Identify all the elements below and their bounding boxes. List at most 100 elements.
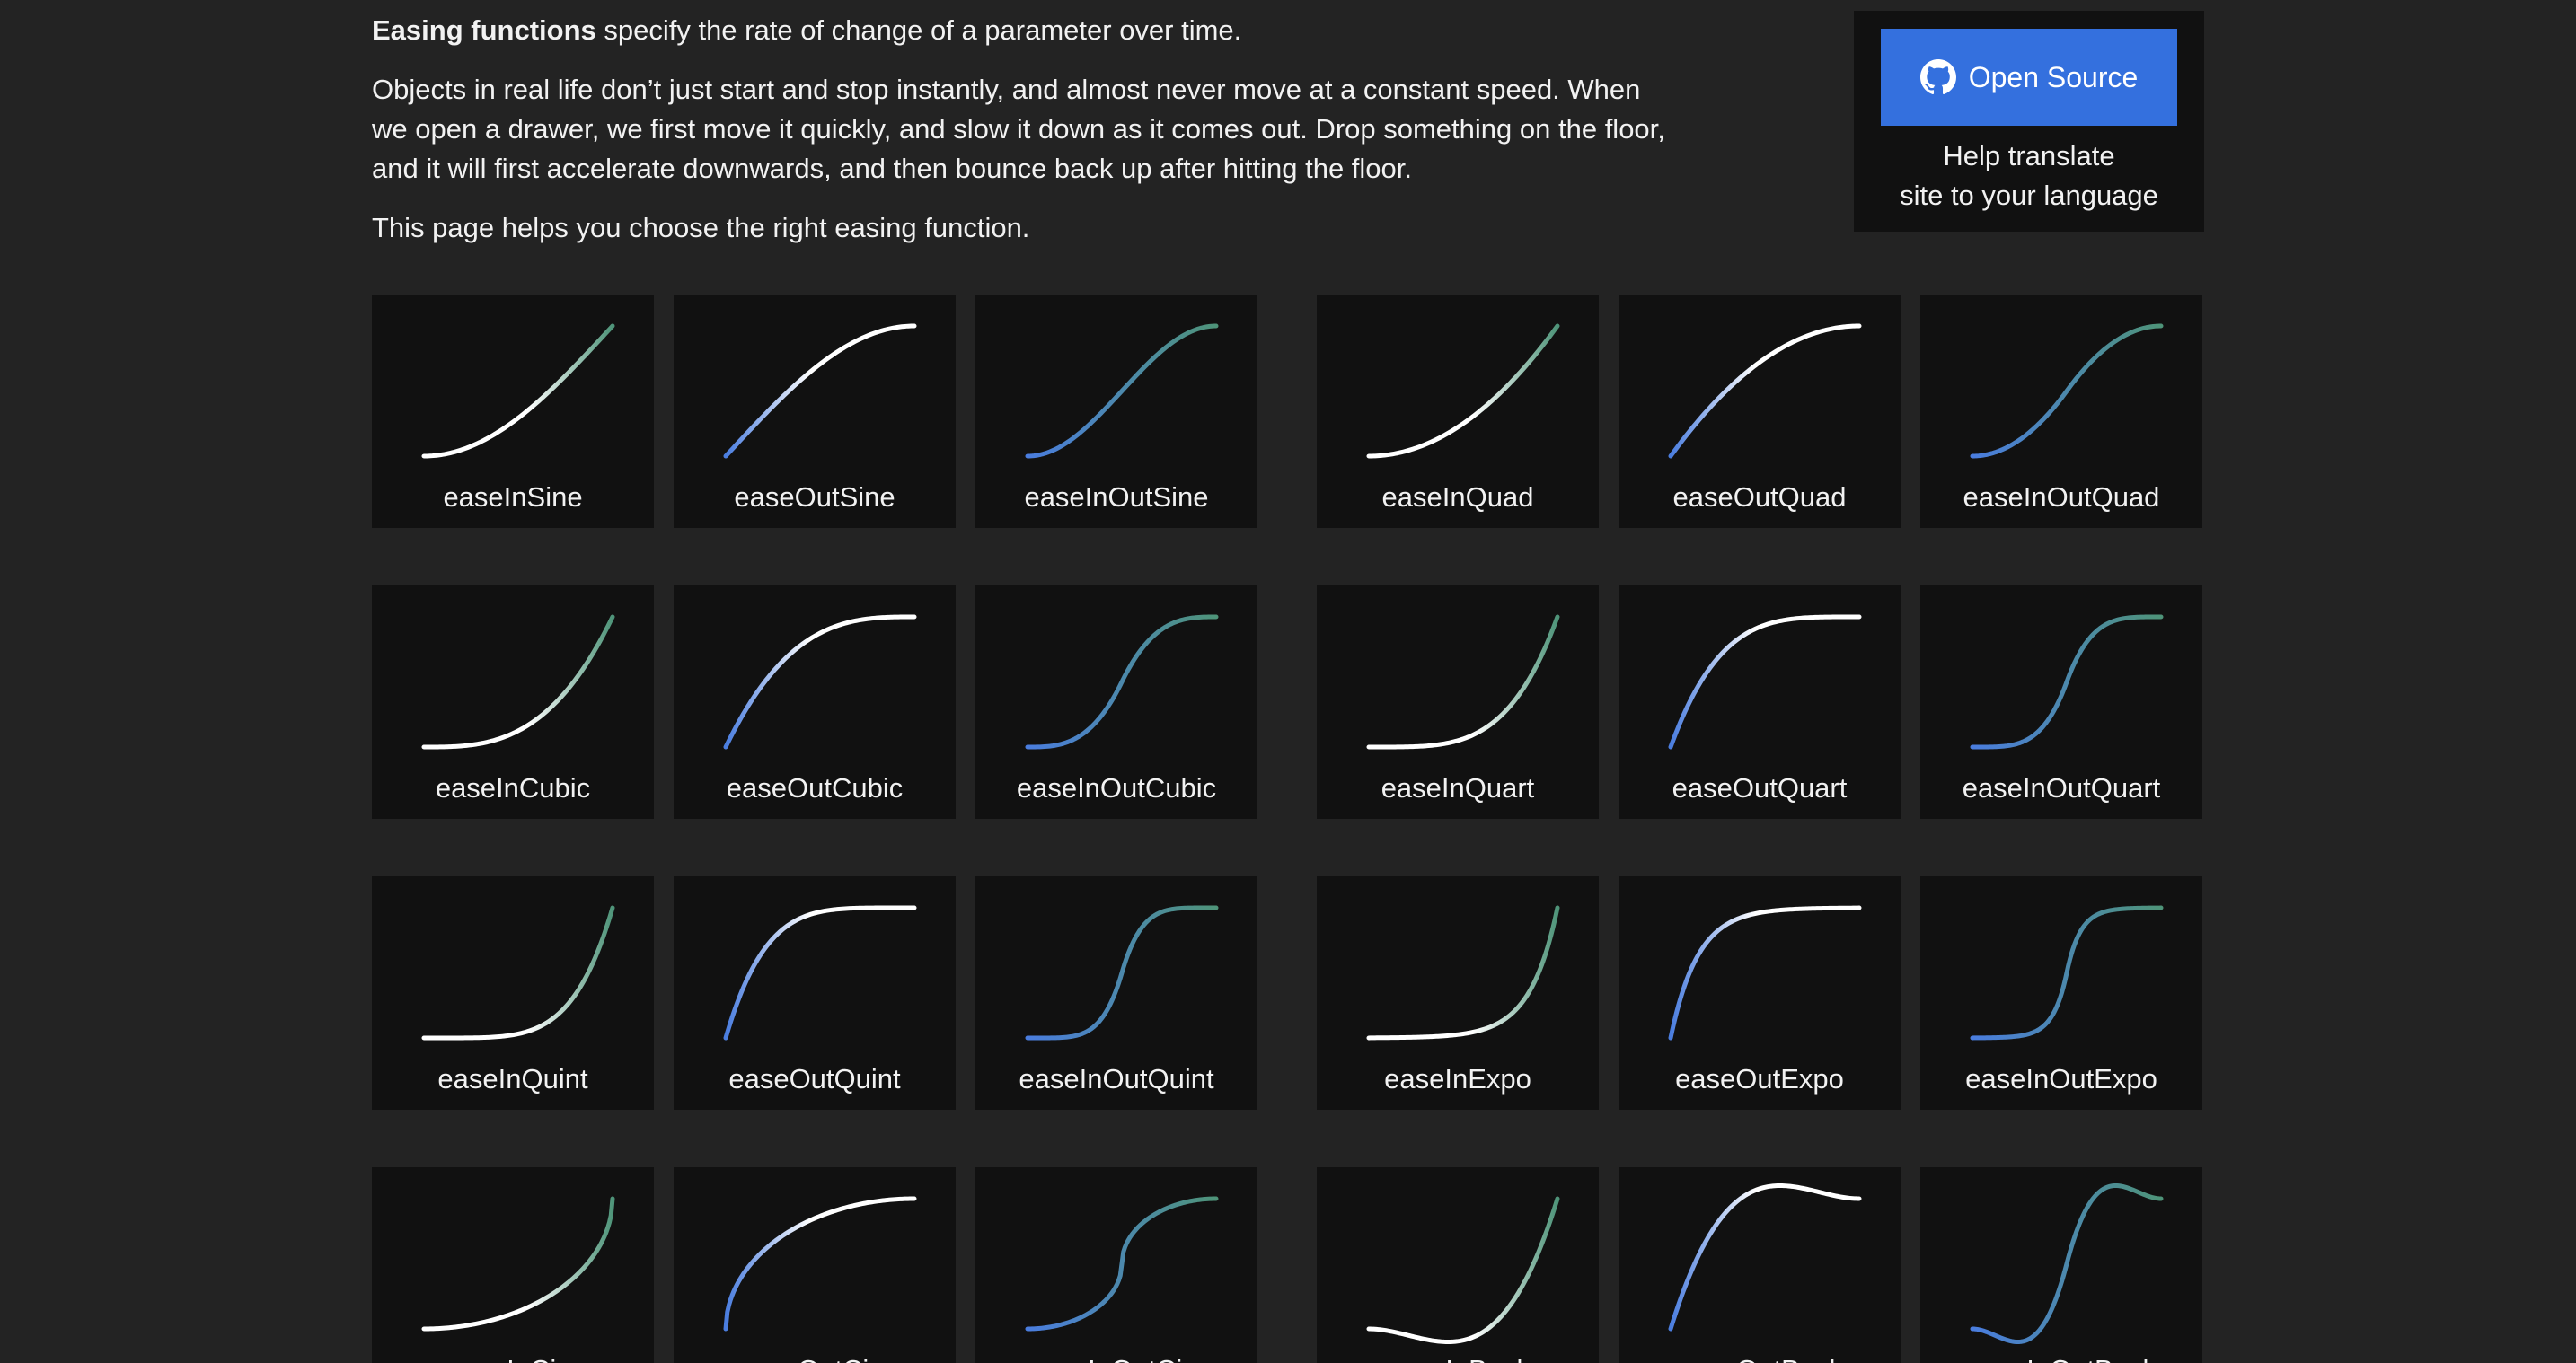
easing-curve-line [1668,614,1862,750]
intro-text: Easing functions specify the rate of cha… [372,11,1683,268]
easing-curve-graph [1366,323,1560,459]
easing-card-label: easeInOutCirc [975,1352,1257,1363]
easing-card-easeOutBack[interactable]: easeOutBack [1619,1167,1901,1363]
intro-line1-rest: specify the rate of change of a paramete… [595,14,1242,46]
easing-curve-graph [1025,614,1219,750]
easing-card-label: easeInOutCubic [1016,772,1217,804]
easing-curve-line [1668,323,1862,459]
easing-curve-line [1970,905,2164,1041]
easing-card-easeInQuart[interactable]: easeInQuart [1317,585,1599,819]
easing-curve-graph [421,1196,615,1332]
easing-card-label: easeOutBack [1619,1352,1901,1363]
easing-card-easeInSine[interactable]: easeInSine [372,295,654,528]
easing-card-label: easeInCubic [435,772,591,804]
easing-curve-line [421,323,615,459]
easing-card-easeInOutCubic[interactable]: easeInOutCubic [975,585,1257,819]
easing-card-easeInExpo[interactable]: easeInExpo [1317,876,1599,1110]
open-source-button[interactable]: Open Source [1881,29,2177,126]
easing-curve-graph [1025,1196,1219,1332]
easing-curve-line [1668,1183,1862,1332]
open-source-panel: Open Source Help translate site to your … [1854,11,2204,232]
easing-curve-graph [1668,905,1862,1041]
easing-curve-graph [421,323,615,459]
easing-card-easeInOutQuart[interactable]: easeInOutQuart [1920,585,2202,819]
easing-curve-line [1025,323,1219,459]
easing-card-label: easeOutQuint [728,1063,901,1095]
easing-curve-line [1970,1183,2164,1345]
easing-card-easeInQuad[interactable]: easeInQuad [1317,295,1599,528]
easing-card-label: easeInCirc [372,1352,654,1363]
easing-card-easeInOutBack[interactable]: easeInOutBack [1920,1167,2202,1363]
easing-curve-line [723,323,917,459]
easing-card-label: easeOutQuad [1672,481,1847,513]
easing-curve-graph [1668,1183,1862,1332]
easing-card-label: easeOutSine [734,481,895,513]
easing-curve-graph [1025,323,1219,459]
easing-card-label: easeInOutSine [1024,481,1209,513]
easing-curve-line [1366,323,1560,459]
easing-card-easeInCubic[interactable]: easeInCubic [372,585,654,819]
easing-curve-graph [1970,1183,2164,1345]
intro-paragraph-1: Easing functions specify the rate of cha… [372,11,1683,50]
easing-card-easeInBack[interactable]: easeInBack [1317,1167,1599,1363]
easing-card-easeOutCirc[interactable]: easeOutCirc [674,1167,956,1363]
open-source-label: Open Source [1968,60,2139,93]
easing-card-label: easeInOutExpo [1965,1063,2157,1095]
easing-curve-graph [421,905,615,1041]
easing-card-label: easeOutCirc [674,1352,956,1363]
easing-card-label: easeOutQuart [1672,772,1848,804]
easing-card-label: easeInOutQuint [1019,1063,1214,1095]
easing-card-label: easeInOutQuad [1963,481,2160,513]
easing-card-label: easeInSine [443,481,583,513]
easing-card-easeOutQuint[interactable]: easeOutQuint [674,876,956,1110]
easing-curve-line [421,614,615,750]
easing-curve-graph [723,905,917,1041]
easing-curve-line [421,1196,615,1332]
intro-paragraph-2: Objects in real life don’t just start an… [372,74,1665,184]
intro-paragraph-3: This page helps you choose the right eas… [372,212,1030,243]
easing-card-easeOutQuart[interactable]: easeOutQuart [1619,585,1901,819]
intro-bold-term: Easing functions [372,14,596,46]
easing-curve-line [1025,905,1219,1041]
easing-curve-graph [1668,323,1862,459]
easing-curve-graph [1366,905,1560,1041]
page: Easing functions specify the rate of cha… [0,0,2576,1363]
easing-curve-line [723,905,917,1041]
easing-curve-line [1366,1196,1560,1344]
easing-curve-graph [1970,905,2164,1041]
easing-card-label: easeInBack [1317,1352,1599,1363]
easing-curve-graph [723,323,917,459]
easing-curve-graph [421,614,615,750]
easing-card-easeInCirc[interactable]: easeInCirc [372,1167,654,1363]
easing-curve-line [723,1196,917,1332]
easing-card-easeInOutCirc[interactable]: easeInOutCirc [975,1167,1257,1363]
easing-curve-graph [1025,905,1219,1041]
easing-card-easeInOutExpo[interactable]: easeInOutExpo [1920,876,2202,1110]
easing-curve-line [421,905,615,1041]
easing-curve-line [1366,905,1560,1041]
help-line-2: site to your language [1900,180,2158,211]
easing-card-label: easeInQuint [437,1063,588,1095]
easing-curve-graph [723,614,917,750]
easing-card-easeOutExpo[interactable]: easeOutExpo [1619,876,1901,1110]
easing-card-easeInOutQuint[interactable]: easeInOutQuint [975,876,1257,1110]
easing-card-easeInOutSine[interactable]: easeInOutSine [975,295,1257,528]
easing-curve-line [1366,614,1560,750]
easing-card-easeInOutQuad[interactable]: easeInOutQuad [1920,295,2202,528]
easing-card-label: easeInOutBack [1920,1352,2202,1363]
easing-card-label: easeOutCubic [726,772,904,804]
easing-card-easeInQuint[interactable]: easeInQuint [372,876,654,1110]
help-translate-link[interactable]: Help translate site to your language [1854,136,2204,215]
easing-card-label: easeInExpo [1384,1063,1531,1095]
easing-card-label: easeInQuart [1381,772,1535,804]
easing-curve-graph [723,1196,917,1332]
easing-curve-graph [1366,614,1560,750]
easing-curve-line [723,614,917,750]
github-icon [1919,59,1956,95]
easing-curve-graph [1970,323,2164,459]
easing-card-easeOutQuad[interactable]: easeOutQuad [1619,295,1901,528]
easing-curve-line [1970,323,2164,459]
easing-card-easeOutSine[interactable]: easeOutSine [674,295,956,528]
easing-card-easeOutCubic[interactable]: easeOutCubic [674,585,956,819]
easing-card-label: easeInQuad [1381,481,1534,513]
